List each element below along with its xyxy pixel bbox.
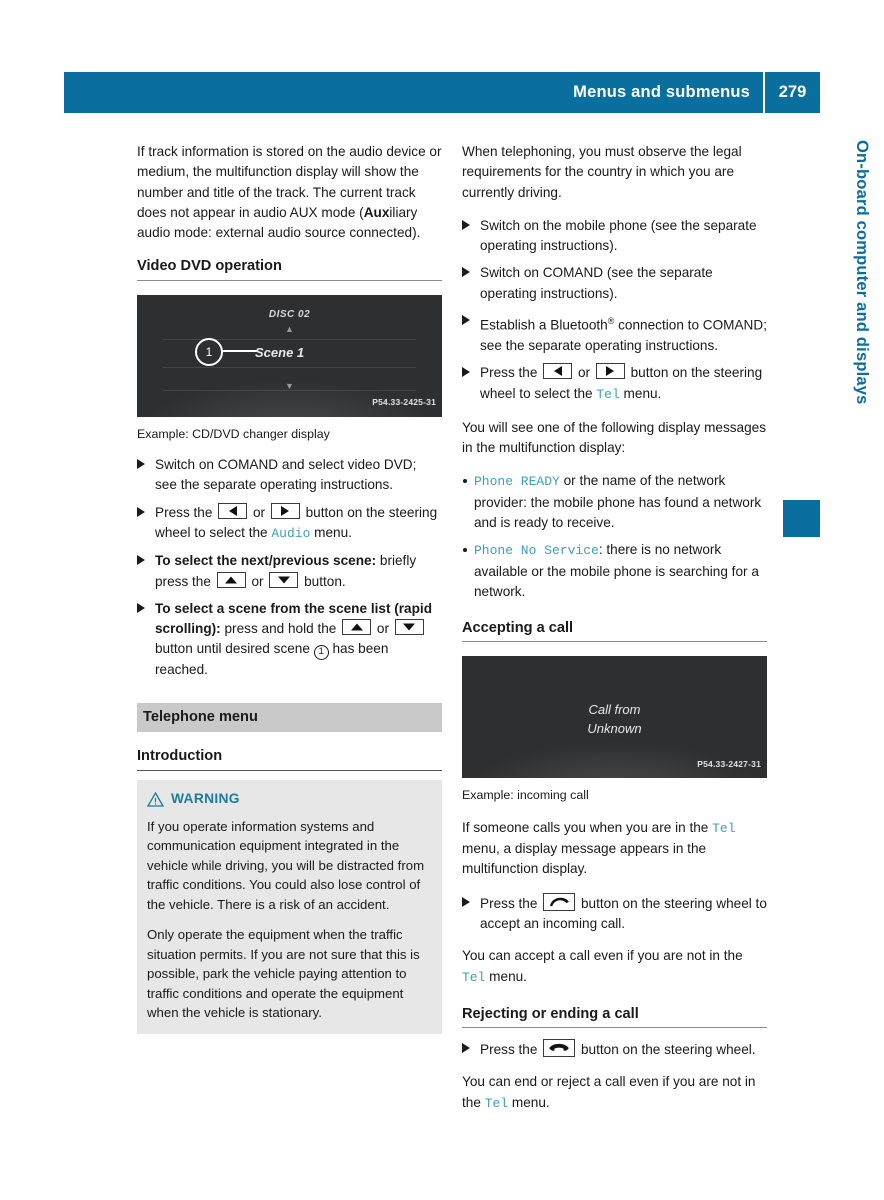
- heading-video-dvd-operation: Video DVD operation: [137, 256, 442, 281]
- arrow-glyph: [225, 576, 238, 584]
- right-arrow-key-icon[interactable]: [595, 363, 625, 380]
- figure-caption: Example: CD/DVD changer display: [137, 426, 330, 441]
- step-item: Press the or button on the steering whee…: [462, 363, 767, 405]
- warning-box: WARNING If you operate information syste…: [137, 780, 442, 1034]
- figure-caption: Example: incoming call: [462, 788, 589, 803]
- down-arrow-key-icon[interactable]: [394, 619, 424, 636]
- screen-image-dvd: DISC 02 ▲ ▼ Scene 1 1 P54.33-2425-31: [137, 294, 442, 417]
- figure-cd-dvd-changer: DISC 02 ▲ ▼ Scene 1 1 P54.33-2425-31 Exa…: [137, 294, 442, 444]
- step-arrow-icon: [137, 506, 145, 517]
- step-arrow-icon: [137, 459, 145, 470]
- band-telephone-menu: Telephone menu: [137, 702, 442, 733]
- step-item: Switch on the mobile phone (see the sepa…: [462, 216, 767, 257]
- phone-hangup-key-icon[interactable]: [543, 1039, 576, 1058]
- step-item: Press the button on the steering wheel t…: [462, 892, 767, 935]
- step-item: Press the button on the steering wheel.: [462, 1039, 767, 1060]
- up-arrow-key-icon[interactable]: [342, 619, 372, 636]
- callout-marker-1: 1: [195, 337, 223, 366]
- step-arrow-icon: [462, 1043, 470, 1054]
- up-arrow-key-icon[interactable]: [216, 571, 246, 588]
- bullet-dot: [463, 548, 467, 553]
- chapter-side-tab-marker: [783, 500, 820, 537]
- heading-accepting-a-call: Accepting a call: [462, 618, 767, 643]
- warning-triangle-icon: [147, 791, 164, 807]
- warning-paragraph: Only operate the equipment when the traf…: [147, 927, 420, 1021]
- registered-mark: ®: [607, 316, 615, 327]
- callout-reference: 1: [313, 645, 329, 661]
- screen-line: [163, 366, 416, 368]
- display-message-code: Phone No Service: [474, 543, 599, 559]
- screen-image-incoming-call: Call from Unknown P54.33-2427-31: [462, 656, 767, 779]
- figure-code: P54.33-2425-31: [372, 397, 436, 408]
- arrow-glyph: [606, 366, 615, 377]
- step-item: To select a scene from the scene list (r…: [137, 599, 442, 681]
- step-arrow-icon: [137, 602, 145, 613]
- left-column: If track information is stored on the au…: [137, 142, 442, 1034]
- arrow-glyph: [350, 623, 363, 631]
- display-message-item: Phone No Service: there is no network av…: [462, 540, 767, 602]
- warning-label: WARNING: [171, 791, 240, 807]
- step-item: Establish a Bluetooth® connection to COM…: [462, 311, 767, 356]
- step-item: Switch on COMAND and select video DVD; s…: [137, 455, 442, 496]
- menu-name-token: Audio: [271, 525, 311, 541]
- display-message-list: Phone READY or the name of the network p…: [462, 471, 767, 602]
- manual-page: Menus and submenus 279 On-board computer…: [0, 0, 884, 1200]
- intro-paragraph: If track information is stored on the au…: [137, 144, 442, 241]
- step-emphasis: To select the next/previous scene:: [155, 553, 377, 569]
- menu-name-token: Tel: [596, 386, 620, 402]
- step-arrow-icon: [462, 896, 470, 907]
- phone-accept-key-icon[interactable]: [543, 892, 576, 911]
- step-arrow-icon: [462, 267, 470, 278]
- figure-incoming-call: Call from Unknown P54.33-2427-31 Example…: [462, 656, 767, 805]
- right-column: When telephoning, you must observe the l…: [462, 142, 767, 1127]
- warning-header: WARNING: [147, 789, 432, 809]
- left-arrow-key-icon[interactable]: [218, 502, 248, 519]
- figure-code: P54.33-2427-31: [697, 759, 761, 770]
- heading-introduction: Introduction: [137, 746, 442, 772]
- caret-up-icon: ▲: [285, 323, 294, 334]
- down-arrow-key-icon[interactable]: [269, 571, 299, 588]
- step-arrow-icon: [137, 555, 145, 566]
- arrow-glyph: [553, 366, 562, 377]
- page-title: Menus and submenus: [573, 83, 750, 101]
- accept-note: You can accept a call even if you are no…: [462, 948, 743, 985]
- warning-paragraph: If you operate information systems and c…: [147, 818, 425, 912]
- step-arrow-icon: [462, 367, 470, 378]
- step-arrow-icon: [462, 219, 470, 230]
- arrow-glyph: [403, 623, 416, 631]
- heading-rejecting-ending-call: Rejecting or ending a call: [462, 1004, 767, 1029]
- accept-step-list: Press the button on the steering wheel t…: [462, 892, 767, 935]
- right-step-list: Switch on the mobile phone (see the sepa…: [462, 216, 767, 405]
- scene-label: Scene 1: [255, 344, 305, 360]
- arrow-glyph: [281, 505, 290, 516]
- bullet-dot: [463, 479, 467, 484]
- arrow-glyph: [228, 505, 237, 516]
- page-number: 279: [778, 83, 807, 101]
- right-arrow-key-icon[interactable]: [270, 502, 300, 519]
- page-header-bar: Menus and submenus 279: [64, 72, 820, 113]
- telephoning-intro-paragraph: When telephoning, you must observe the l…: [462, 144, 742, 200]
- arrow-glyph: [277, 576, 290, 584]
- left-arrow-key-icon[interactable]: [543, 363, 573, 380]
- step-arrow-icon: [462, 315, 470, 326]
- reject-step-list: Press the button on the steering wheel.: [462, 1039, 767, 1060]
- display-messages-intro: You will see one of the following displa…: [462, 419, 767, 456]
- reject-note: You can end or reject a call even if you…: [462, 1074, 756, 1111]
- step-item: Press the or button on the steering whee…: [137, 502, 442, 545]
- display-message-item: Phone READY or the name of the network p…: [462, 471, 767, 533]
- step-emphasis: To select a scene from the scene list (r…: [155, 600, 433, 637]
- chapter-side-tab-label: On-board computer and displays: [853, 140, 871, 405]
- accepting-paragraph: If someone calls you when you are in the…: [462, 819, 736, 877]
- display-message-code: Phone READY: [474, 474, 560, 490]
- left-step-list: Switch on COMAND and select video DVD; s…: [137, 455, 442, 681]
- step-item: To select the next/previous scene: brief…: [137, 551, 442, 592]
- callout-leader-line: [217, 349, 257, 352]
- step-item: Switch on COMAND (see the separate opera…: [462, 263, 767, 304]
- call-from-text: Call from Unknown: [587, 702, 642, 737]
